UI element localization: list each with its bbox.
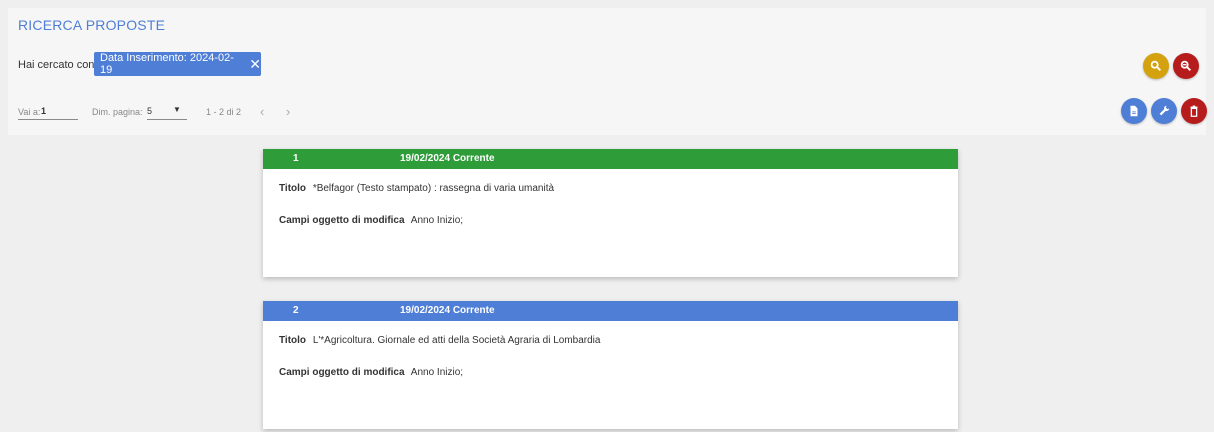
proposal-card[interactable]: 2 19/02/2024 Corrente Titolo L'*Agricolt… — [263, 301, 958, 429]
title-value: *Belfagor (Testo stampato) : rassegna di… — [312, 183, 555, 194]
wrench-icon — [1159, 105, 1170, 116]
reset-search-button[interactable] — [1173, 53, 1199, 79]
search-icon — [1150, 60, 1162, 72]
title-row: Titolo L'*Agricoltura. Giornale ed atti … — [279, 335, 600, 346]
card-number: 2 — [293, 305, 299, 316]
card-status: 19/02/2024 Corrente — [400, 153, 495, 164]
chevron-down-icon[interactable]: ▼ — [173, 105, 181, 114]
modified-fields-value: Anno Inizio; — [410, 367, 464, 378]
page-range: 1 - 2 di 2 — [206, 107, 242, 117]
title-row: Titolo *Belfagor (Testo stampato) : rass… — [279, 183, 554, 194]
title-value: L'*Agricoltura. Giornale ed atti della S… — [312, 335, 601, 346]
page-size-label: Dim. pagina: — [92, 107, 143, 117]
filter-chip-label: Data Inserimento: 2024-02-19 — [100, 52, 234, 76]
modified-fields-label: Campi oggetto di modifica — [279, 215, 405, 226]
search-button[interactable] — [1143, 53, 1169, 79]
settings-button[interactable] — [1151, 98, 1177, 124]
goto-page-label: Vai a: — [18, 107, 41, 117]
modified-fields-row: Campi oggetto di modifica Anno Inizio; — [279, 215, 463, 226]
page-size-select[interactable]: 5 — [147, 106, 152, 116]
search-header-panel: RICERCA PROPOSTE Hai cercato con: Data I… — [8, 8, 1207, 135]
chevron-right-icon[interactable]: › — [286, 104, 290, 119]
modified-fields-row: Campi oggetto di modifica Anno Inizio; — [279, 367, 463, 378]
close-icon[interactable]: ✕ — [249, 57, 261, 71]
proposal-card[interactable]: 1 19/02/2024 Corrente Titolo *Belfagor (… — [263, 149, 958, 277]
title-label: Titolo — [279, 335, 307, 346]
goto-page-input[interactable]: 1 — [41, 106, 46, 116]
chevron-left-icon[interactable]: ‹ — [260, 104, 264, 119]
page-title: RICERCA PROPOSTE — [18, 17, 166, 33]
trash-icon — [1190, 105, 1198, 117]
modified-fields-value: Anno Inizio; — [410, 215, 464, 226]
search-off-icon — [1180, 60, 1192, 72]
delete-button[interactable] — [1181, 98, 1207, 124]
page-size-underline — [147, 119, 187, 120]
document-button[interactable] — [1121, 98, 1147, 124]
card-header: 1 19/02/2024 Corrente — [263, 149, 958, 169]
goto-page-underline — [18, 119, 78, 120]
card-header: 2 19/02/2024 Corrente — [263, 301, 958, 321]
title-label: Titolo — [279, 183, 307, 194]
card-number: 1 — [293, 153, 299, 164]
document-icon — [1130, 105, 1138, 117]
filter-chip[interactable]: Data Inserimento: 2024-02-19 ✕ — [94, 52, 261, 76]
modified-fields-label: Campi oggetto di modifica — [279, 367, 405, 378]
search-criteria-label: Hai cercato con: — [18, 59, 98, 71]
card-status: 19/02/2024 Corrente — [400, 305, 495, 316]
